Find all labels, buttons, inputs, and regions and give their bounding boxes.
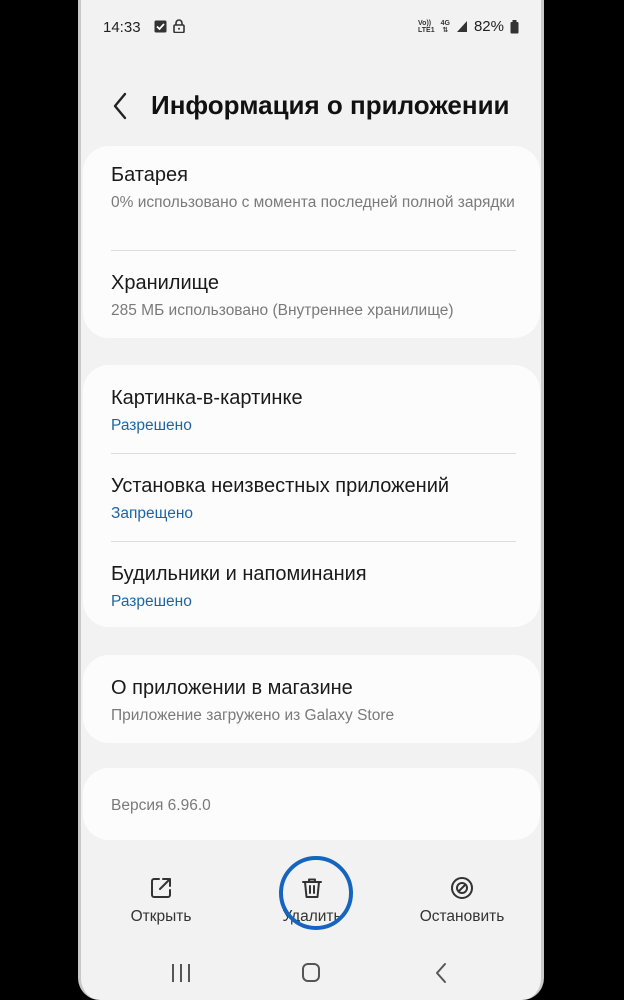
alarms-title: Будильники и напоминания bbox=[111, 563, 367, 585]
store-title: О приложении в магазине bbox=[111, 677, 353, 699]
store-card: О приложении в магазине Приложение загру… bbox=[83, 655, 540, 743]
divider bbox=[111, 250, 516, 251]
permissions-card: Картинка-в-картинке Разрешено Установка … bbox=[83, 365, 540, 627]
home-icon bbox=[302, 963, 320, 982]
pip-status: Разрешено bbox=[111, 417, 192, 434]
version-text: Версия 6.96.0 bbox=[111, 797, 211, 814]
store-subtitle: Приложение загружено из Galaxy Store bbox=[111, 707, 395, 724]
page-title: Информация о приложении bbox=[151, 90, 510, 120]
stop-button[interactable]: Остановить bbox=[402, 860, 522, 926]
unknown-apps-row[interactable]: Установка неизвестных приложений Запреще… bbox=[111, 475, 516, 524]
checkbox-notification-icon bbox=[154, 20, 167, 32]
recent-apps-button[interactable] bbox=[161, 958, 201, 988]
back-nav-button[interactable] bbox=[421, 958, 461, 988]
chevron-left-icon bbox=[436, 963, 446, 983]
network-indicator: 4G ⇅ bbox=[440, 19, 450, 34]
block-icon bbox=[451, 877, 473, 899]
divider bbox=[111, 453, 516, 454]
divider bbox=[111, 541, 516, 542]
unknown-apps-title: Установка неизвестных приложений bbox=[111, 475, 450, 497]
status-time: 14:33 bbox=[103, 19, 141, 36]
lock-icon bbox=[173, 19, 185, 33]
storage-title: Хранилище bbox=[111, 272, 219, 294]
open-button[interactable]: Открыть bbox=[101, 860, 221, 926]
pip-row[interactable]: Картинка-в-картинке Разрешено bbox=[111, 387, 516, 436]
storage-row[interactable]: Хранилище 285 МБ использовано (Внутренне… bbox=[111, 272, 516, 321]
volte-indicator: Vo)) LTE1 bbox=[418, 19, 435, 34]
data-arrows-icon: ⇅ bbox=[442, 26, 449, 34]
stop-label: Остановить bbox=[419, 908, 505, 925]
open-external-icon bbox=[151, 878, 171, 898]
status-system-icons: Vo)) LTE1 4G ⇅ 82% bbox=[418, 18, 519, 35]
signal-icon bbox=[456, 21, 467, 32]
battery-title: Батарея bbox=[111, 164, 188, 186]
status-notification-icons bbox=[154, 19, 185, 33]
store-info-row[interactable]: О приложении в магазине Приложение загру… bbox=[111, 677, 516, 726]
home-button[interactable] bbox=[291, 958, 331, 988]
phone-screen: 14:33 Vo)) LTE1 4G ⇅ 82% Информация о пр… bbox=[78, 0, 544, 1000]
status-bar: 14:33 Vo)) LTE1 4G ⇅ 82% bbox=[81, 14, 541, 42]
pip-title: Картинка-в-картинке bbox=[111, 387, 303, 409]
battery-icon bbox=[510, 19, 519, 33]
storage-subtitle: 285 МБ использовано (Внутреннее хранилищ… bbox=[111, 302, 454, 319]
chevron-left-icon bbox=[113, 92, 127, 120]
navigation-bar bbox=[81, 950, 541, 996]
app-bar: Информация о приложении bbox=[81, 82, 541, 132]
alarms-row[interactable]: Будильники и напоминания Разрешено bbox=[111, 563, 516, 612]
unknown-apps-status: Запрещено bbox=[111, 505, 193, 522]
open-label: Открыть bbox=[130, 908, 192, 925]
battery-row[interactable]: Батарея 0% использовано с момента послед… bbox=[111, 164, 516, 213]
alarms-status: Разрешено bbox=[111, 593, 192, 610]
back-button[interactable] bbox=[107, 88, 135, 124]
recent-apps-icon bbox=[172, 964, 190, 982]
usage-card: Батарея 0% использовано с момента послед… bbox=[83, 146, 540, 338]
highlight-circle bbox=[279, 856, 353, 930]
battery-percent: 82% bbox=[473, 18, 504, 35]
version-card: Версия 6.96.0 bbox=[83, 768, 540, 840]
battery-subtitle: 0% использовано с момента последней полн… bbox=[111, 194, 515, 211]
